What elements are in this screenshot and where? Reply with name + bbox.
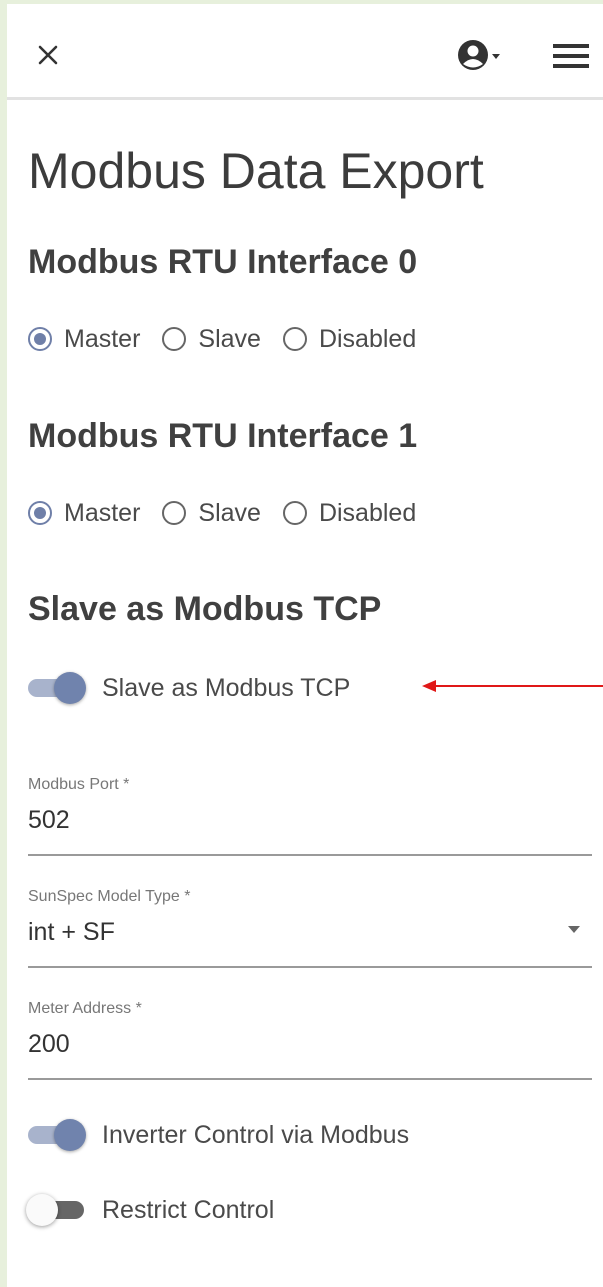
rtu1-section-title: Modbus RTU Interface 1 [28, 417, 418, 455]
radio-unchecked-icon [162, 501, 187, 525]
rtu0-section-title: Modbus RTU Interface 0 [28, 243, 418, 281]
radio-checked-icon [28, 501, 52, 525]
modbus-port-value[interactable]: 502 [28, 806, 70, 835]
account-menu-button[interactable] [457, 38, 505, 72]
rtu0-radio-slave[interactable]: Slave [162, 325, 261, 354]
rtu1-radio-disabled[interactable]: Disabled [282, 498, 417, 528]
hamburger-menu-icon [553, 44, 589, 68]
sunspec-model-type-label: SunSpec Model Type * [28, 888, 191, 905]
restrict-control-label: Restrict Control [102, 1195, 275, 1224]
close-icon [38, 45, 58, 65]
rtu1-radio-group: Master Slave Disabled [28, 496, 438, 530]
radio-label: Disabled [318, 324, 417, 353]
radio-checked-icon [28, 327, 52, 351]
slave-tcp-toggle-label: Slave as Modbus TCP [102, 673, 351, 702]
modbus-port-field[interactable]: Modbus Port * 502 [28, 776, 592, 856]
app-header [7, 4, 603, 100]
radio-unchecked-icon [282, 327, 307, 351]
dropdown-arrow-icon[interactable] [568, 926, 580, 933]
toggle-switch-on-icon [28, 670, 88, 706]
hamburger-menu-button[interactable] [551, 42, 591, 70]
page-left-border [0, 0, 7, 1287]
radio-unchecked-icon [162, 327, 187, 351]
sunspec-model-type-value[interactable]: int + SF [28, 918, 115, 947]
rtu0-radio-master[interactable]: Master [28, 325, 140, 354]
restrict-control-toggle[interactable]: Restrict Control [26, 1190, 275, 1230]
account-circle-icon [458, 40, 500, 70]
rtu0-radio-disabled[interactable]: Disabled [282, 324, 417, 354]
meter-address-label: Meter Address * [28, 1000, 142, 1017]
rtu0-radio-group: Master Slave Disabled [28, 322, 438, 356]
tcp-section-title: Slave as Modbus TCP [28, 590, 382, 628]
modbus-port-label: Modbus Port * [28, 776, 130, 793]
radio-label: Master [64, 324, 141, 353]
inverter-control-label: Inverter Control via Modbus [102, 1120, 410, 1149]
radio-label: Master [64, 498, 141, 527]
radio-unchecked-icon [282, 501, 307, 525]
rtu1-radio-master[interactable]: Master [28, 499, 140, 528]
annotation-arrow-icon [422, 680, 603, 692]
slave-tcp-toggle[interactable]: Slave as Modbus TCP [28, 668, 350, 708]
sunspec-model-type-select[interactable]: SunSpec Model Type * int + SF [28, 888, 592, 968]
radio-label: Slave [198, 324, 261, 353]
page-title: Modbus Data Export [28, 143, 484, 199]
radio-label: Slave [198, 498, 261, 527]
rtu1-radio-slave[interactable]: Slave [162, 499, 261, 528]
radio-label: Disabled [318, 498, 417, 527]
meter-address-value[interactable]: 200 [28, 1030, 70, 1059]
toggle-switch-on-icon [28, 1117, 88, 1153]
close-button[interactable] [33, 40, 63, 70]
toggle-switch-off-icon [26, 1192, 88, 1228]
inverter-control-toggle[interactable]: Inverter Control via Modbus [28, 1115, 409, 1155]
meter-address-field[interactable]: Meter Address * 200 [28, 1000, 592, 1080]
